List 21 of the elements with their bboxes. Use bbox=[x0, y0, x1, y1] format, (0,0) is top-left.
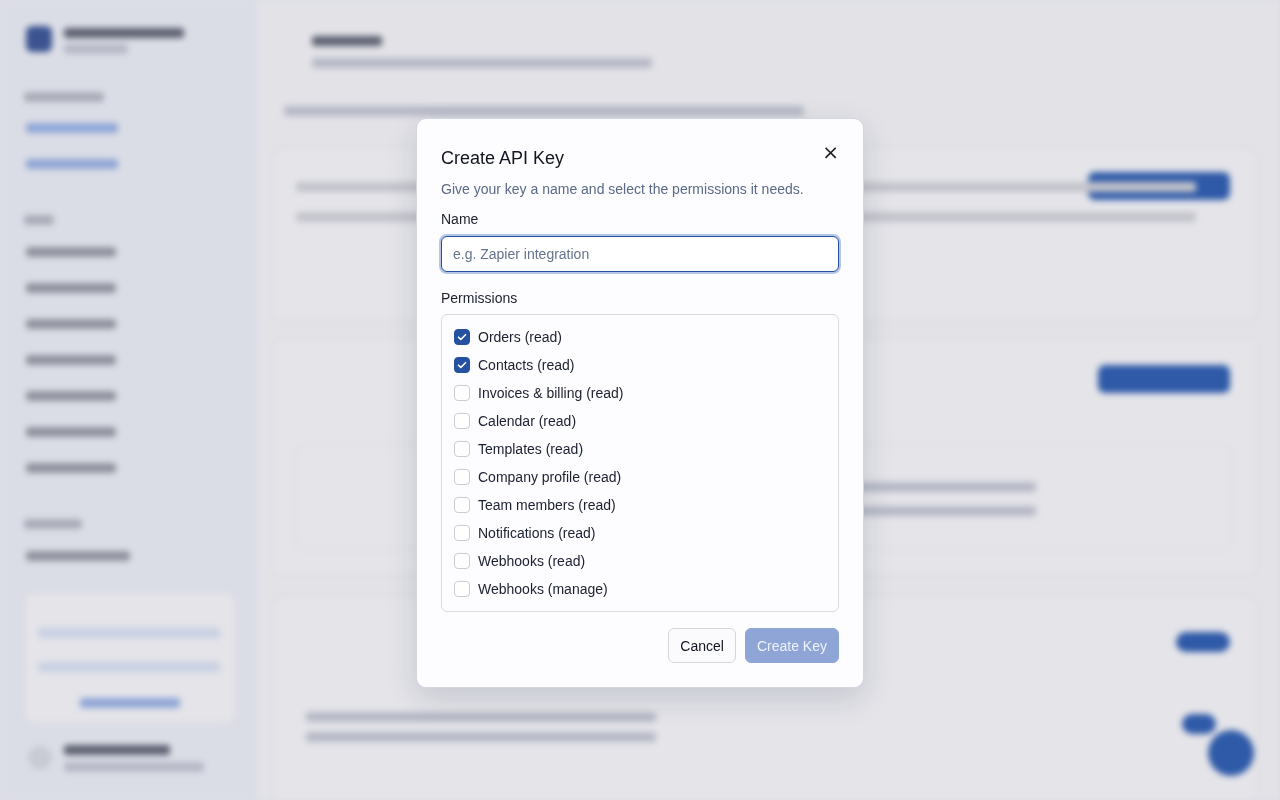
permission-label: Notifications (read) bbox=[478, 525, 596, 541]
name-input-field[interactable]: e.g. Zapier integration bbox=[441, 236, 839, 272]
field-label: Name bbox=[441, 210, 480, 229]
checkbox[interactable] bbox=[454, 329, 470, 345]
checkmark-icon bbox=[456, 359, 468, 371]
permission-label: Invoices & billing (read) bbox=[478, 385, 624, 401]
permission-label: Team members (read) bbox=[478, 497, 616, 513]
permission-label: Webhooks (read) bbox=[478, 553, 586, 569]
checkbox[interactable] bbox=[454, 357, 470, 373]
cancel-button[interactable]: Cancel bbox=[668, 628, 736, 663]
dialog-title: Create API Key bbox=[441, 147, 565, 170]
permission-label: Webhooks (manage) bbox=[478, 581, 608, 597]
dialog-description: Give your key a name and select the permissions it needs. bbox=[441, 180, 805, 199]
close-button[interactable]: × bbox=[822, 143, 839, 161]
permission-label: Company profile (read) bbox=[478, 469, 622, 485]
permission-label: Contacts (read) bbox=[478, 357, 575, 373]
permission-label: Orders (read) bbox=[478, 329, 563, 345]
section-label: Permissions bbox=[441, 289, 519, 308]
permission-label: Templates (read) bbox=[478, 441, 584, 457]
checkmark-icon bbox=[456, 331, 468, 343]
permission-label: Calendar (read) bbox=[478, 413, 577, 429]
